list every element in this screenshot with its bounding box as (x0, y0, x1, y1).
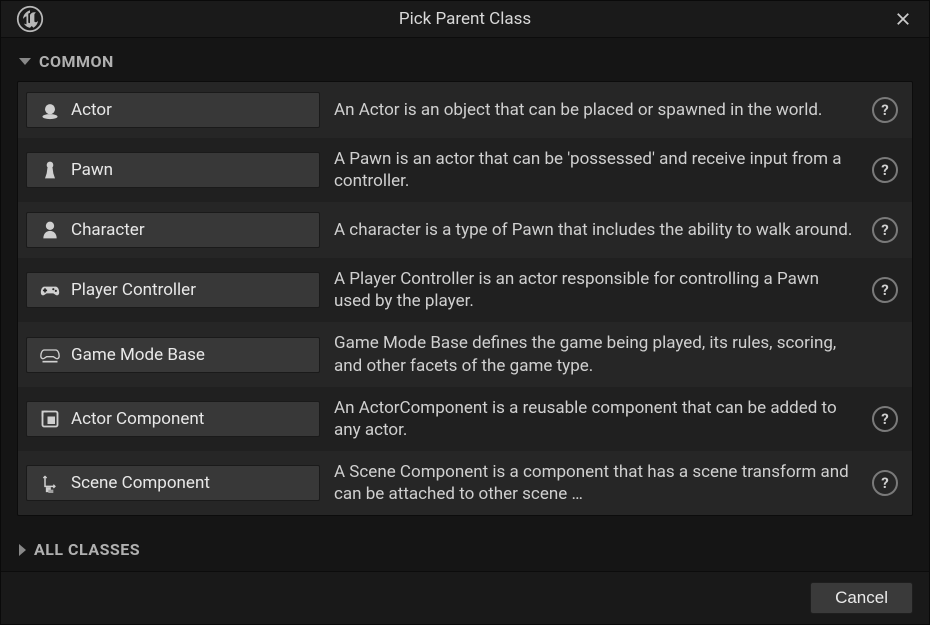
pawn-icon (39, 159, 61, 181)
actor-icon (39, 99, 61, 121)
class-button-label: Actor (71, 100, 112, 120)
class-button-label: Character (71, 220, 145, 240)
player-controller-icon (39, 279, 61, 301)
class-description: A Player Controller is an actor responsi… (330, 268, 862, 312)
common-classes-panel: Actor An Actor is an object that can be … (1, 81, 929, 526)
help-button[interactable]: ? (872, 277, 898, 303)
pick-parent-class-dialog: Pick Parent Class COMMON Actor (0, 0, 930, 625)
class-description: A character is a type of Pawn that inclu… (330, 219, 862, 241)
section-header-all-classes[interactable]: ALL CLASSES (1, 526, 929, 571)
class-button-pawn[interactable]: Pawn (26, 152, 320, 188)
actor-component-icon (39, 408, 61, 430)
close-button[interactable] (891, 7, 915, 31)
class-row-game-mode-base: Game Mode Base Game Mode Base defines th… (18, 322, 912, 386)
help-button[interactable]: ? (872, 97, 898, 123)
class-button-scene-component[interactable]: Scene Component (26, 465, 320, 501)
class-button-label: Actor Component (71, 409, 204, 429)
help-button[interactable]: ? (872, 406, 898, 432)
class-button-player-controller[interactable]: Player Controller (26, 272, 320, 308)
chevron-right-icon (19, 544, 26, 556)
class-button-character[interactable]: Character (26, 212, 320, 248)
help-button[interactable]: ? (872, 217, 898, 243)
help-placeholder (872, 342, 898, 368)
class-row-pawn: Pawn A Pawn is an actor that can be 'pos… (18, 138, 912, 202)
cancel-button[interactable]: Cancel (810, 582, 913, 614)
section-label-common: COMMON (39, 52, 114, 71)
class-row-character: Character A character is a type of Pawn … (18, 202, 912, 258)
class-row-scene-component: Scene Component A Scene Component is a c… (18, 451, 912, 515)
class-button-label: Scene Component (71, 473, 210, 493)
window-title: Pick Parent Class (399, 9, 531, 29)
class-button-actor-component[interactable]: Actor Component (26, 401, 320, 437)
class-description: An Actor is an object that can be placed… (330, 99, 862, 121)
section-header-common[interactable]: COMMON (1, 38, 929, 81)
titlebar: Pick Parent Class (1, 1, 929, 38)
chevron-down-icon (19, 58, 31, 65)
class-button-label: Pawn (71, 160, 113, 180)
class-description: Game Mode Base defines the game being pl… (330, 332, 862, 376)
class-button-game-mode-base[interactable]: Game Mode Base (26, 337, 320, 373)
class-description: A Scene Component is a component that ha… (330, 461, 862, 505)
class-description: A Pawn is an actor that can be 'possesse… (330, 148, 862, 192)
class-row-player-controller: Player Controller A Player Controller is… (18, 258, 912, 322)
class-row-actor-component: Actor Component An ActorComponent is a r… (18, 387, 912, 451)
class-button-actor[interactable]: Actor (26, 92, 320, 128)
ue-logo-icon (15, 4, 45, 34)
character-icon (39, 219, 61, 241)
class-button-label: Player Controller (71, 280, 196, 300)
help-button[interactable]: ? (872, 157, 898, 183)
help-button[interactable]: ? (872, 470, 898, 496)
scene-component-icon (39, 472, 61, 494)
footer-bar: Cancel (1, 571, 929, 624)
section-label-all-classes: ALL CLASSES (34, 540, 140, 559)
class-list: Actor An Actor is an object that can be … (17, 81, 913, 516)
game-mode-icon (39, 344, 61, 366)
class-button-label: Game Mode Base (71, 345, 205, 365)
class-description: An ActorComponent is a reusable componen… (330, 397, 862, 441)
class-row-actor: Actor An Actor is an object that can be … (18, 82, 912, 138)
